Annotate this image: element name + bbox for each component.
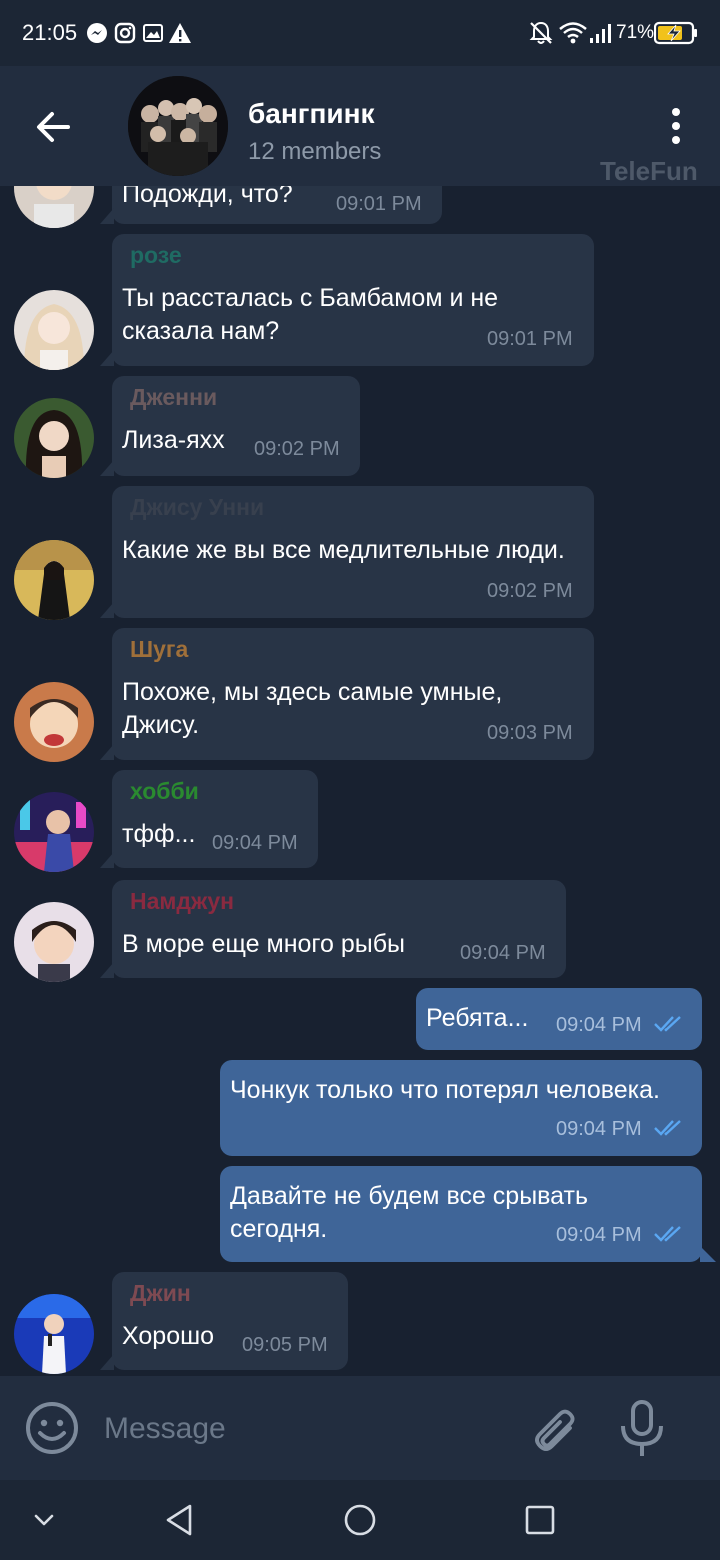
message-time: 09:04 PM (556, 1118, 642, 1140)
chat-header[interactable]: бангпинк 12 members TeleFun (0, 66, 720, 186)
avatar-m4[interactable] (14, 682, 94, 762)
message-time: 09:04 PM (556, 1224, 642, 1246)
message-time: 09:02 PM (254, 438, 340, 460)
message-text: Хорошо (122, 1322, 215, 1350)
message-text: Чонкук только что потерял человека. (230, 1076, 660, 1104)
more-options-icon[interactable] (660, 106, 692, 146)
message-bubble-m7[interactable]: Ребята... 09:04 PM (416, 988, 702, 1050)
message-time: 09:04 PM (460, 942, 546, 964)
message-time: 09:02 PM (487, 580, 573, 602)
warning-icon (168, 20, 192, 46)
message-bubble-m6[interactable]: Намджун В море еще много рыбы 09:04 PM (100, 880, 566, 978)
sender-name[interactable]: Намджун (130, 888, 234, 915)
group-title[interactable]: бангпинк (248, 98, 375, 130)
message-time: 09:05 PM (242, 1334, 328, 1356)
avatar-m0[interactable] (14, 186, 94, 228)
composer-bar: Message (0, 1376, 720, 1480)
message-time: 09:04 PM (212, 832, 298, 854)
avatar-m2[interactable] (14, 398, 94, 478)
system-navigation-bar (0, 1480, 720, 1560)
battery-charging-icon (654, 20, 698, 46)
mute-bell-icon (528, 20, 554, 46)
message-text: Лиза-яхх (122, 426, 225, 454)
back-arrow-icon[interactable] (28, 102, 78, 152)
message-time: 09:01 PM (487, 328, 573, 350)
gallery-icon (142, 20, 164, 46)
messenger-icon (86, 20, 108, 46)
nav-back-icon[interactable] (160, 1500, 200, 1540)
attach-icon[interactable] (526, 1402, 580, 1456)
microphone-icon[interactable] (618, 1400, 666, 1458)
watermark-text: TeleFun (600, 156, 698, 186)
message-time: 09:01 PM (336, 193, 422, 215)
sender-name[interactable]: Шуга (130, 636, 188, 663)
message-bubble-m10[interactable]: Джин Хорошо 09:05 PM (100, 1272, 348, 1370)
message-time: 09:03 PM (487, 722, 573, 744)
avatar-m5[interactable] (14, 792, 94, 872)
message-time: 09:04 PM (556, 1014, 642, 1036)
status-time: 21:05 (22, 20, 78, 45)
signal-icon (588, 20, 614, 46)
nav-home-icon[interactable] (340, 1500, 380, 1540)
message-bubble-m9[interactable]: Давайте не будем все срывать сегодня. 09… (220, 1166, 716, 1262)
sender-name[interactable]: Дженни (130, 384, 217, 411)
message-bubble-m2[interactable]: Дженни Лиза-яхх 09:02 PM (100, 376, 360, 476)
sender-name[interactable]: Джин (130, 1280, 191, 1307)
message-text: В море еще много рыбы (122, 930, 405, 958)
message-text: Какие же вы все медлительные люди. (122, 536, 565, 564)
message-bubble-m3[interactable]: Джису Унни Какие же вы все медлительные … (100, 486, 594, 618)
group-avatar[interactable] (128, 76, 228, 176)
message-list[interactable]: Подожди, что? 09:01 PM розе Ты рассталас… (0, 186, 720, 1376)
message-text: тфф... (122, 820, 196, 848)
avatar-m3[interactable] (14, 540, 94, 620)
message-input[interactable]: Message (104, 1412, 226, 1446)
message-bubble-m5[interactable]: хобби тфф... 09:04 PM (100, 770, 318, 868)
message-bubble-m1[interactable]: розе Ты рассталась с Бамбамом и не сказа… (100, 234, 594, 366)
message-bubble-m4[interactable]: Шуга Похоже, мы здесь самые умные, Джису… (100, 628, 594, 760)
battery-percentage: 71% (616, 22, 655, 43)
members-count: 12 members (248, 138, 382, 165)
sender-name[interactable]: Джису Унни (130, 494, 264, 521)
read-ticks-icon (654, 1120, 681, 1136)
sender-name[interactable]: розе (130, 242, 182, 269)
nav-collapse-icon[interactable] (24, 1500, 64, 1540)
read-ticks-icon (654, 1226, 681, 1242)
instagram-icon (114, 20, 136, 46)
wifi-icon (558, 20, 588, 46)
read-ticks-icon (654, 1016, 681, 1032)
avatar-m6[interactable] (14, 902, 94, 982)
message-bubble-m0[interactable]: Подожди, что? 09:01 PM (100, 186, 442, 224)
message-text: Ребята... (426, 1004, 529, 1032)
nav-recents-icon[interactable] (520, 1500, 560, 1540)
avatar-m1[interactable] (14, 290, 94, 370)
emoji-icon[interactable] (24, 1400, 80, 1456)
status-bar: 21:05 71% (0, 0, 720, 66)
message-text: Подожди, что? (122, 186, 293, 208)
message-bubble-m8[interactable]: Чонкук только что потерял человека. 09:0… (220, 1060, 702, 1156)
avatar-m10[interactable] (14, 1294, 94, 1374)
sender-name[interactable]: хобби (130, 778, 199, 805)
